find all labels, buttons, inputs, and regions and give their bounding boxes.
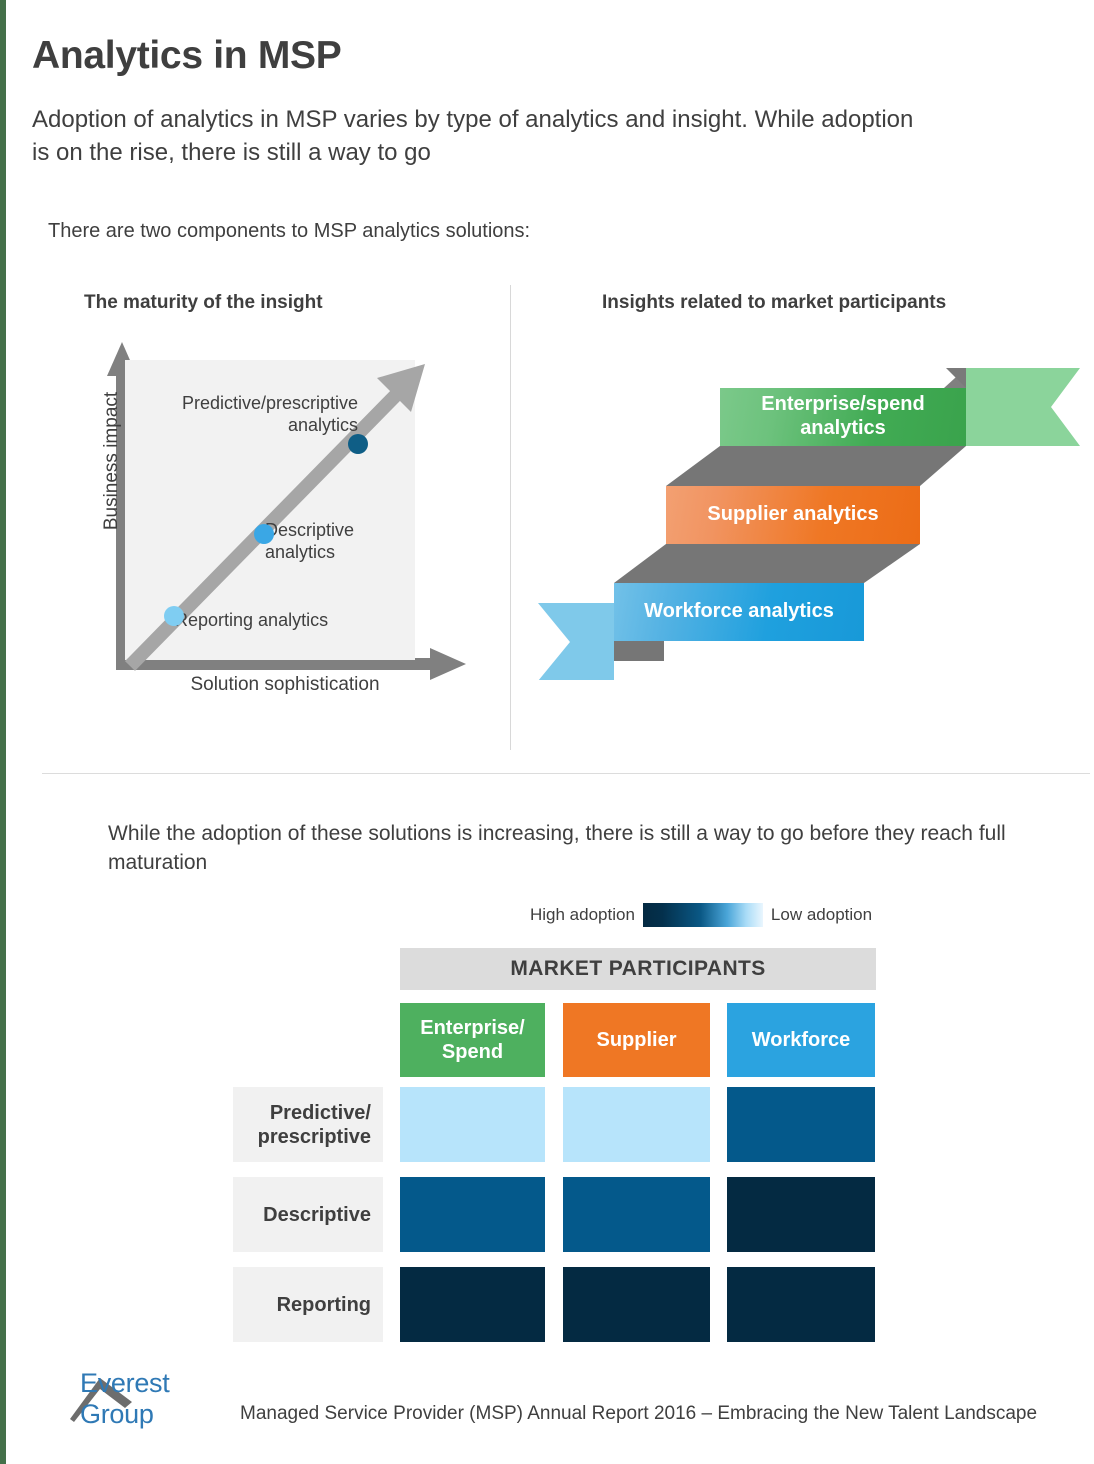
footer: Everest Group Managed Service Provider (… [70,1368,1038,1429]
column-header-supplier: Supplier [563,1003,710,1077]
ribbon-workforce: Workforce analytics [614,583,864,641]
point-label-reporting: Reporting analytics [175,610,329,630]
connector-green-orange [666,446,966,486]
y-axis-label: Business impact [101,391,122,531]
vertical-divider [510,285,511,750]
blue-ribbon-tail [538,603,614,680]
column-header-label: Workforce [751,1029,851,1051]
column-header-label: Supplier [596,1029,677,1051]
row-label-predictive-prescriptive: Predictive/prescriptive [233,1087,383,1162]
ribbon-supplier: Supplier analytics [666,486,920,544]
x-axis-label: Solution sophistication [190,674,380,695]
lower-note: While the adoption of these solutions is… [108,822,1006,874]
column-header-label: Enterprise/Spend [420,1017,525,1063]
connector-orange-blue [614,544,920,583]
column-header-enterprise-spend: Enterprise/Spend [400,1003,545,1077]
data-point-reporting [164,606,184,626]
legend-low-label: Low adoption [770,905,873,924]
matrix-cell [727,1087,875,1162]
row-label-reporting: Reporting [233,1267,383,1342]
left-panel-title: The maturity of the insight [84,292,323,313]
matrix-cell [563,1177,710,1252]
matrix-cell [400,1177,545,1252]
matrix-cell [563,1087,710,1162]
green-ribbon-tail [966,368,1080,446]
page-title: Analytics in MSP [32,34,342,77]
row-label-descriptive: Descriptive [233,1177,383,1252]
data-point-descriptive [254,524,274,544]
adoption-legend: High adoption Low adoption [530,903,872,927]
matrix-cell [727,1177,875,1252]
left-edge-accent-strip [0,0,6,1464]
page-subtitle: Adoption of analytics in MSP varies by t… [32,106,914,167]
ribbon-enterprise-spend: Enterprise/spend analytics [720,388,966,446]
legend-gradient-bar [642,903,763,927]
matrix-cell [727,1267,875,1342]
matrix-cell [400,1087,545,1162]
column-header-workforce: Workforce [727,1003,875,1077]
horizontal-divider [42,773,1090,774]
intro-line: There are two components to MSP analytic… [48,220,531,242]
logo-text: Everest Group [80,1368,170,1429]
everest-group-logo: Everest Group [70,1368,238,1429]
data-point-predictive [348,434,368,454]
matrix-cell [563,1267,710,1342]
footer-report-text: Managed Service Provider (MSP) Annual Re… [240,1403,1038,1424]
maturity-chart: Business impact Solution sophistication … [80,330,480,730]
matrix-cell [400,1267,545,1342]
legend-high-label: High adoption [530,905,635,924]
market-participants-ribbon-diagram: Enterprise/spend analytics Supplier anal… [520,350,1080,680]
point-label-descriptive: Descriptive analytics [265,520,355,562]
right-panel-title: Insights related to market participants [602,292,947,313]
matrix-header-market-participants: MARKET PARTICIPANTS [400,948,876,990]
point-label-predictive: Predictive/prescriptive analytics [181,393,358,435]
